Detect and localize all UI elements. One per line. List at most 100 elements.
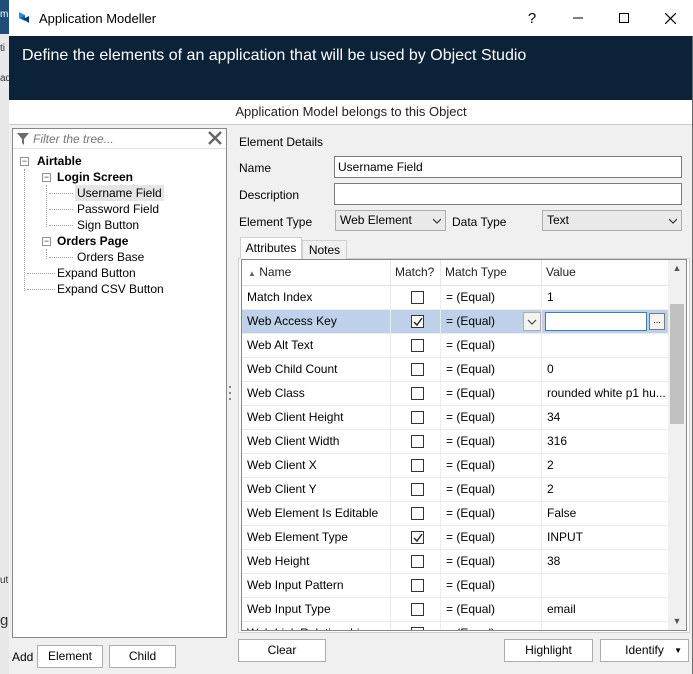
table-row[interactable]: Web Client Y = (Equal) 2: [242, 478, 668, 502]
value-editor-input[interactable]: [545, 312, 647, 331]
value-ellipsis-button[interactable]: ...: [649, 313, 665, 330]
tab-attributes[interactable]: Attributes: [240, 237, 302, 259]
match-checkbox[interactable]: [411, 315, 424, 328]
tree-node-username-field[interactable]: Username Field: [75, 185, 164, 201]
value-cell[interactable]: INPUT: [542, 526, 668, 550]
clear-button[interactable]: Clear: [238, 639, 326, 662]
match-checkbox[interactable]: [411, 339, 424, 352]
tree-node-airtable[interactable]: Airtable: [37, 153, 82, 169]
panel-splitter[interactable]: [229, 386, 232, 410]
match-checkbox[interactable]: [411, 531, 424, 544]
match-checkbox[interactable]: [411, 579, 424, 592]
match-type-cell[interactable]: = (Equal): [441, 574, 542, 598]
clear-filter-icon[interactable]: [207, 131, 223, 147]
match-checkbox[interactable]: [411, 291, 424, 304]
value-cell[interactable]: 38: [542, 550, 668, 574]
match-type-cell[interactable]: = (Equal): [441, 550, 542, 574]
dropdown-arrow-icon[interactable]: ▼: [674, 640, 682, 661]
match-type-cell[interactable]: = (Equal): [441, 382, 542, 406]
grid-vertical-scrollbar[interactable]: ▲ ▼: [668, 260, 686, 630]
help-button[interactable]: ?: [509, 0, 555, 36]
table-row[interactable]: Web Client X = (Equal) 2: [242, 454, 668, 478]
collapse-toggle[interactable]: −: [42, 237, 51, 246]
value-cell[interactable]: 1: [542, 286, 668, 310]
match-type-cell[interactable]: = (Equal): [441, 454, 542, 478]
match-type-cell[interactable]: = (Equal): [441, 478, 542, 502]
scroll-down-arrow-icon[interactable]: ▼: [668, 613, 686, 630]
value-cell[interactable]: [542, 574, 668, 598]
table-row[interactable]: Web Access Key = (Equal)...: [242, 310, 668, 334]
table-row[interactable]: Web Height = (Equal) 38: [242, 550, 668, 574]
match-type-cell[interactable]: = (Equal): [441, 406, 542, 430]
column-header-match[interactable]: Match?: [391, 260, 441, 286]
table-row[interactable]: Web Child Count = (Equal) 0: [242, 358, 668, 382]
table-row[interactable]: Web Alt Text = (Equal): [242, 334, 668, 358]
value-cell[interactable]: email: [542, 598, 668, 622]
tree-filter-input[interactable]: [33, 130, 201, 148]
match-type-cell[interactable]: = (Equal): [441, 502, 542, 526]
tree-node-password-field[interactable]: Password Field: [77, 201, 159, 217]
tree-node-login-screen[interactable]: Login Screen: [57, 169, 133, 185]
value-cell[interactable]: 0: [542, 358, 668, 382]
tab-notes[interactable]: Notes: [302, 240, 347, 259]
table-row[interactable]: Web Client Height = (Equal) 34: [242, 406, 668, 430]
match-type-cell[interactable]: = (Equal): [441, 334, 542, 358]
match-checkbox[interactable]: [411, 555, 424, 568]
match-type-cell[interactable]: = (Equal): [441, 430, 542, 454]
minimize-button[interactable]: [555, 0, 601, 36]
table-row[interactable]: Web Element Is Editable = (Equal) False: [242, 502, 668, 526]
add-child-button[interactable]: Child: [109, 645, 176, 668]
element-type-select[interactable]: Web Element: [335, 210, 446, 231]
identify-button[interactable]: Identify ▼: [600, 639, 689, 662]
match-checkbox[interactable]: [411, 411, 424, 424]
match-type-cell[interactable]: = (Equal): [441, 526, 542, 550]
tree-node-orders-page[interactable]: Orders Page: [57, 233, 128, 249]
column-header-name[interactable]: ▲ Name: [242, 260, 391, 286]
data-type-select[interactable]: Text: [542, 210, 682, 231]
value-cell[interactable]: 2: [542, 478, 668, 502]
table-row[interactable]: Web Client Width = (Equal) 316: [242, 430, 668, 454]
match-type-cell[interactable]: = (Equal): [441, 286, 542, 310]
value-cell[interactable]: rounded white p1 hu...: [542, 382, 668, 406]
match-checkbox[interactable]: [411, 387, 424, 400]
table-row[interactable]: Web Link Relationship = (Equal): [242, 622, 668, 630]
table-row[interactable]: Match Index = (Equal) 1: [242, 286, 668, 310]
table-row[interactable]: Web Input Pattern = (Equal): [242, 574, 668, 598]
value-cell[interactable]: [542, 622, 668, 630]
table-row[interactable]: Web Input Type = (Equal) email: [242, 598, 668, 622]
collapse-toggle[interactable]: −: [42, 173, 51, 182]
match-checkbox[interactable]: [411, 627, 424, 630]
match-type-cell[interactable]: = (Equal): [441, 622, 542, 630]
column-header-match-type[interactable]: Match Type: [441, 260, 542, 286]
match-type-cell[interactable]: = (Equal): [441, 358, 542, 382]
highlight-button[interactable]: Highlight: [504, 639, 593, 662]
tree-node-expand-button[interactable]: Expand Button: [57, 265, 136, 281]
match-checkbox[interactable]: [411, 483, 424, 496]
name-field[interactable]: [334, 156, 682, 178]
table-row[interactable]: Web Class = (Equal) rounded white p1 hu...: [242, 382, 668, 406]
maximize-button[interactable]: [601, 0, 647, 36]
value-cell[interactable]: 316: [542, 430, 668, 454]
match-checkbox[interactable]: [411, 459, 424, 472]
value-cell[interactable]: [542, 334, 668, 358]
match-checkbox[interactable]: [411, 363, 424, 376]
scroll-up-arrow-icon[interactable]: ▲: [668, 260, 686, 277]
value-cell[interactable]: False: [542, 502, 668, 526]
close-button[interactable]: [647, 0, 693, 36]
table-row[interactable]: Web Element Type = (Equal) INPUT: [242, 526, 668, 550]
tree-node-sign-button[interactable]: Sign Button: [77, 217, 139, 233]
match-checkbox[interactable]: [411, 435, 424, 448]
value-cell[interactable]: 2: [542, 454, 668, 478]
collapse-toggle[interactable]: −: [20, 157, 29, 166]
value-cell[interactable]: 34: [542, 406, 668, 430]
tree-node-orders-base[interactable]: Orders Base: [77, 249, 144, 265]
match-checkbox[interactable]: [411, 507, 424, 520]
add-element-button[interactable]: Element: [37, 645, 103, 668]
match-checkbox[interactable]: [411, 603, 424, 616]
scrollbar-thumb[interactable]: [670, 304, 684, 424]
match-type-dropdown[interactable]: [523, 312, 541, 331]
column-header-value[interactable]: Value: [542, 260, 668, 286]
match-type-cell[interactable]: = (Equal): [441, 598, 542, 622]
tree-node-expand-csv-button[interactable]: Expand CSV Button: [57, 281, 164, 297]
description-field[interactable]: [334, 183, 682, 205]
